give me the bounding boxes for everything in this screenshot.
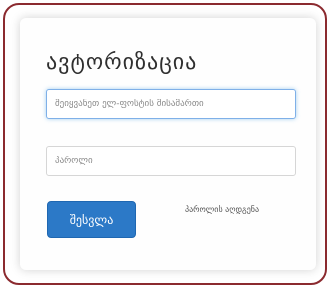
page-title: ავტორიზაცია [46,50,198,75]
password-input[interactable] [46,146,296,176]
login-button[interactable]: შესვლა [47,201,136,238]
email-input[interactable] [46,89,296,119]
forgot-password-link[interactable]: პაროლის აღდგენა [185,205,259,214]
